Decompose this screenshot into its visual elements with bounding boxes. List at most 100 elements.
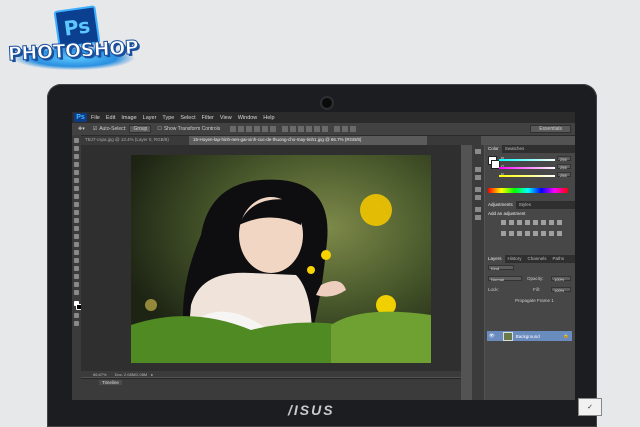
paragraph-icon[interactable]	[475, 195, 481, 200]
timeline-tab[interactable]: Timeline	[99, 380, 122, 385]
align-right-icon[interactable]	[270, 126, 277, 132]
color-spectrum[interactable]	[488, 188, 568, 193]
distribute-center-icon[interactable]	[314, 126, 321, 132]
tab-adjustments[interactable]: Adjustments	[485, 201, 516, 209]
gradient-tool-icon[interactable]	[74, 226, 79, 231]
exposure-icon[interactable]	[525, 220, 530, 225]
color-balance-icon[interactable]	[549, 220, 554, 225]
color-lookup-icon[interactable]	[517, 231, 522, 236]
align-center-icon[interactable]	[262, 126, 269, 132]
canvas-area[interactable]	[81, 145, 461, 371]
hue-saturation-icon[interactable]	[541, 220, 546, 225]
3d-mode-icon[interactable]	[334, 126, 341, 132]
type-tool-icon[interactable]	[74, 258, 79, 263]
green-slider[interactable]	[499, 167, 555, 169]
crop-tool-icon[interactable]	[74, 170, 79, 175]
healing-tool-icon[interactable]	[74, 186, 79, 191]
transform-checkbox[interactable]: ☐	[155, 126, 163, 132]
vibrance-icon[interactable]	[533, 220, 538, 225]
menu-layer[interactable]: Layer	[143, 115, 157, 121]
move-tool-icon[interactable]: ✥▾	[76, 126, 87, 132]
shape-tool-icon[interactable]	[74, 274, 79, 279]
align-middle-icon[interactable]	[238, 126, 245, 132]
brush-tool-icon[interactable]	[74, 194, 79, 199]
posterize-icon[interactable]	[533, 231, 538, 236]
photo-filter-icon[interactable]	[501, 231, 506, 236]
zoom-tool-icon[interactable]	[74, 290, 79, 295]
levels-icon[interactable]	[509, 220, 514, 225]
selective-color-icon[interactable]	[557, 231, 562, 236]
screen-mode-icon[interactable]	[74, 321, 79, 326]
marquee-tool-icon[interactable]	[74, 146, 79, 151]
play-icon[interactable]	[475, 149, 481, 154]
character-icon[interactable]	[475, 187, 481, 192]
document-photo[interactable]	[131, 155, 431, 363]
distribute-middle-icon[interactable]	[290, 126, 297, 132]
auto-select-checkbox[interactable]: ☑	[91, 126, 99, 132]
distribute-bottom-icon[interactable]	[298, 126, 305, 132]
tab-layers[interactable]: Layers	[485, 255, 505, 263]
tab-history[interactable]: History	[505, 255, 525, 263]
channel-mixer-icon[interactable]	[509, 231, 514, 236]
propagate-frame[interactable]: Propagate Frame 1	[515, 298, 554, 303]
black-white-icon[interactable]	[557, 220, 562, 225]
brush-panel-icon[interactable]	[475, 207, 481, 212]
tab-paths[interactable]: Paths	[550, 255, 568, 263]
clone-source-icon[interactable]	[475, 215, 481, 220]
3d-rotate-icon[interactable]	[342, 126, 349, 132]
blue-value[interactable]: 255	[557, 172, 571, 178]
hand-tool-icon[interactable]	[74, 282, 79, 287]
blue-slider[interactable]	[499, 175, 555, 177]
eyedropper-tool-icon[interactable]	[74, 178, 79, 183]
menu-file[interactable]: File	[91, 115, 100, 121]
quick-select-tool-icon[interactable]	[74, 162, 79, 167]
tab-document-2[interactable]: 15-Hoyen-lap-hinh-nen-gai-xinh-cuc-de-th…	[189, 136, 427, 145]
align-left-icon[interactable]	[254, 126, 261, 132]
workspace-select[interactable]: Essentials	[530, 125, 571, 133]
layer-filter-kind[interactable]: Kind	[488, 265, 514, 271]
brightness-icon[interactable]	[501, 220, 506, 225]
path-select-tool-icon[interactable]	[74, 266, 79, 271]
red-slider[interactable]	[499, 159, 555, 161]
layer-row-background[interactable]: 👁 Background 🔒	[487, 331, 572, 341]
gradient-map-icon[interactable]	[549, 231, 554, 236]
menu-select[interactable]: Select	[180, 115, 195, 121]
move-tool-icon[interactable]	[74, 138, 79, 143]
menu-view[interactable]: View	[220, 115, 232, 121]
eraser-tool-icon[interactable]	[74, 218, 79, 223]
menu-type[interactable]: Type	[162, 115, 174, 121]
align-top-icon[interactable]	[230, 126, 237, 132]
zoom-level[interactable]: 66.67%	[93, 372, 107, 377]
blend-mode-select[interactable]: Normal	[488, 276, 522, 282]
tab-swatches[interactable]: Swatches	[502, 145, 528, 153]
status-arrow-icon[interactable]: ▸	[151, 372, 153, 377]
quick-mask-icon[interactable]	[74, 313, 79, 318]
invert-icon[interactable]	[525, 231, 530, 236]
threshold-icon[interactable]	[541, 231, 546, 236]
tab-styles[interactable]: Styles	[516, 201, 534, 209]
menu-image[interactable]: Image	[121, 115, 136, 121]
menu-help[interactable]: Help	[263, 115, 274, 121]
layer-name[interactable]: Background	[516, 334, 540, 339]
dodge-tool-icon[interactable]	[74, 242, 79, 247]
lasso-tool-icon[interactable]	[74, 154, 79, 159]
menu-filter[interactable]: Filter	[202, 115, 214, 121]
red-value[interactable]: 255	[557, 156, 571, 162]
distribute-top-icon[interactable]	[282, 126, 289, 132]
history-icon[interactable]	[475, 167, 481, 172]
eye-icon[interactable]: 👁	[489, 333, 495, 339]
opacity-field[interactable]: 100%	[551, 276, 571, 282]
align-bottom-icon[interactable]	[246, 126, 253, 132]
3d-pan-icon[interactable]	[350, 126, 357, 132]
menu-edit[interactable]: Edit	[106, 115, 115, 121]
clone-stamp-tool-icon[interactable]	[74, 202, 79, 207]
tab-document-1[interactable]: TBJ7-cspa.jpg @ 13.4% (Layer 0, RGB/8)	[81, 136, 189, 145]
distribute-right-icon[interactable]	[322, 126, 329, 132]
distribute-left-icon[interactable]	[306, 126, 313, 132]
history-brush-tool-icon[interactable]	[74, 210, 79, 215]
actions-icon[interactable]	[475, 175, 481, 180]
tab-color[interactable]: Color	[485, 145, 502, 153]
blur-tool-icon[interactable]	[74, 234, 79, 239]
curves-icon[interactable]	[517, 220, 522, 225]
pen-tool-icon[interactable]	[74, 250, 79, 255]
